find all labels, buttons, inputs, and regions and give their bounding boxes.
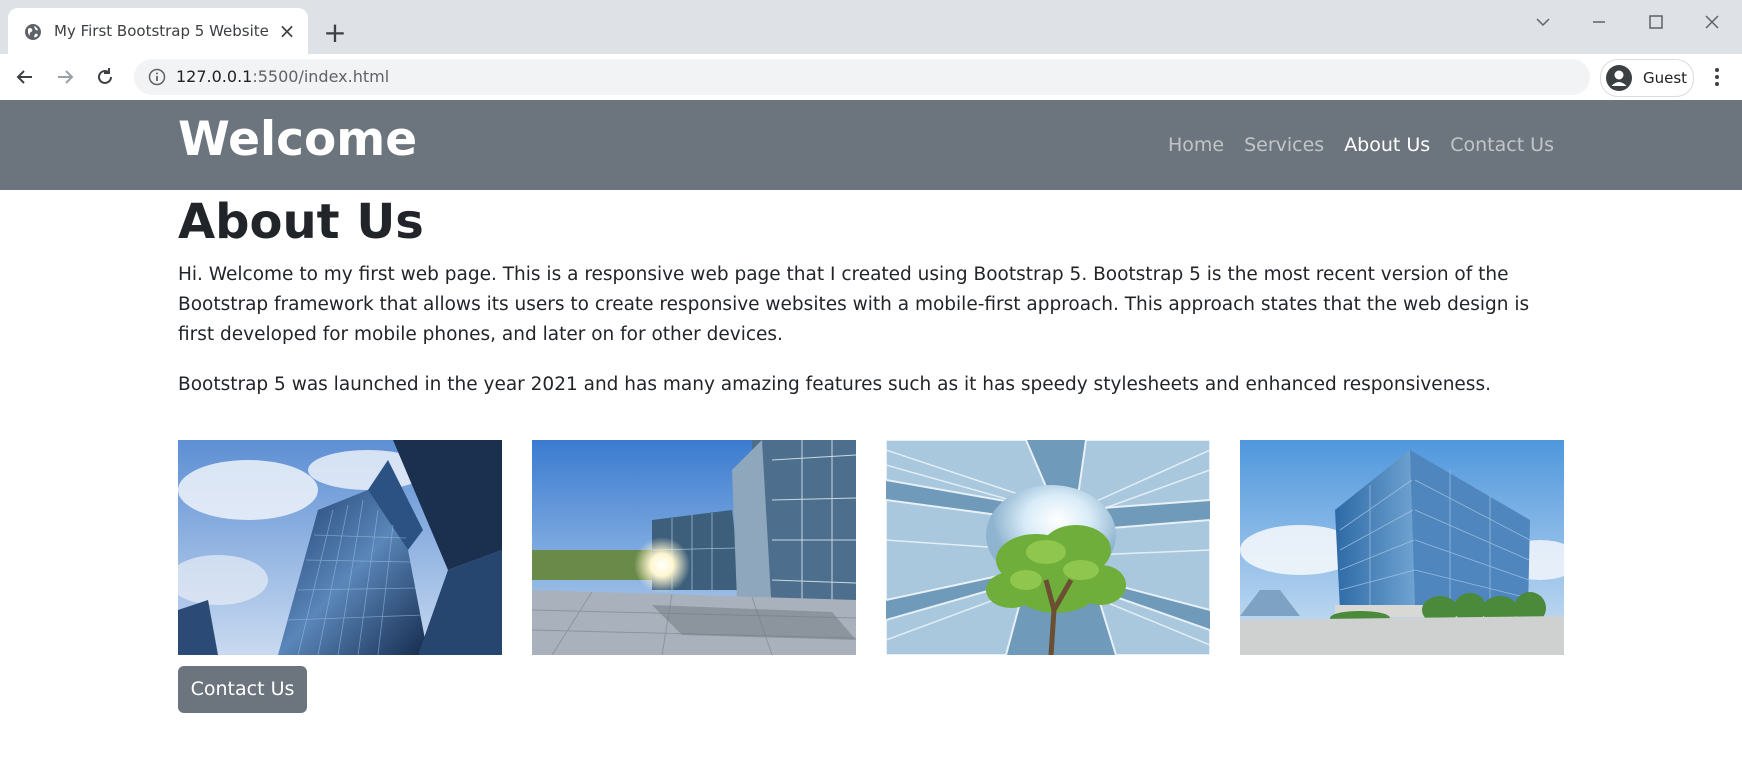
url-host: 127.0.0.1: [176, 67, 253, 86]
glass-office-building-image: [1240, 440, 1564, 655]
reload-icon[interactable]: [92, 64, 118, 90]
glass-skyscrapers-image: [178, 440, 502, 655]
page-title: About Us: [178, 194, 424, 250]
nav-links: Home Services About Us Contact Us: [1168, 134, 1554, 156]
image-gallery: [178, 440, 1564, 656]
tree-among-towers-image: [886, 440, 1210, 655]
forward-icon[interactable]: [52, 64, 78, 90]
kebab-menu-icon[interactable]: [1706, 64, 1728, 90]
intro-paragraph: Hi. Welcome to my first web page. This i…: [178, 263, 1530, 345]
profile-avatar-icon: [1606, 65, 1632, 91]
close-icon[interactable]: ×: [277, 21, 297, 41]
office-plaza-image: [532, 440, 856, 655]
browser-tab-strip: My First Bootstrap 5 Website × +: [0, 0, 1742, 54]
plus-icon[interactable]: +: [321, 19, 349, 48]
profile-button[interactable]: Guest: [1600, 59, 1694, 97]
tab-title: My First Bootstrap 5 Website: [54, 22, 269, 40]
site-navbar: Welcome Home Services About Us Contact U…: [0, 100, 1742, 190]
back-icon[interactable]: [12, 64, 38, 90]
nav-link-contact-us[interactable]: Contact Us: [1450, 134, 1554, 156]
chevron-down-icon[interactable]: [1531, 10, 1555, 34]
url-path: :5500/index.html: [252, 67, 390, 86]
navbar-brand[interactable]: Welcome: [178, 112, 417, 167]
nav-link-services[interactable]: Services: [1244, 134, 1324, 156]
globe-icon: [25, 24, 41, 40]
address-bar[interactable]: 127.0.0.1:5500/index.html: [134, 59, 1590, 95]
launch-paragraph: Bootstrap 5 was launched in the year 202…: [178, 373, 1491, 395]
minimize-icon[interactable]: [1587, 10, 1611, 34]
window-close-icon[interactable]: [1700, 10, 1724, 34]
maximize-icon[interactable]: [1644, 10, 1668, 34]
info-icon[interactable]: [148, 68, 166, 86]
contact-us-button[interactable]: Contact Us: [178, 666, 307, 713]
browser-tab[interactable]: My First Bootstrap 5 Website ×: [8, 8, 308, 54]
nav-link-about-us[interactable]: About Us: [1344, 134, 1430, 156]
url-text: 127.0.0.1:5500/index.html: [176, 67, 389, 86]
nav-link-home[interactable]: Home: [1168, 134, 1224, 156]
profile-label: Guest: [1643, 69, 1688, 87]
main-content: About Us Hi. Welcome to my first web pag…: [178, 190, 1564, 400]
browser-toolbar: 127.0.0.1:5500/index.html Guest: [0, 54, 1742, 101]
